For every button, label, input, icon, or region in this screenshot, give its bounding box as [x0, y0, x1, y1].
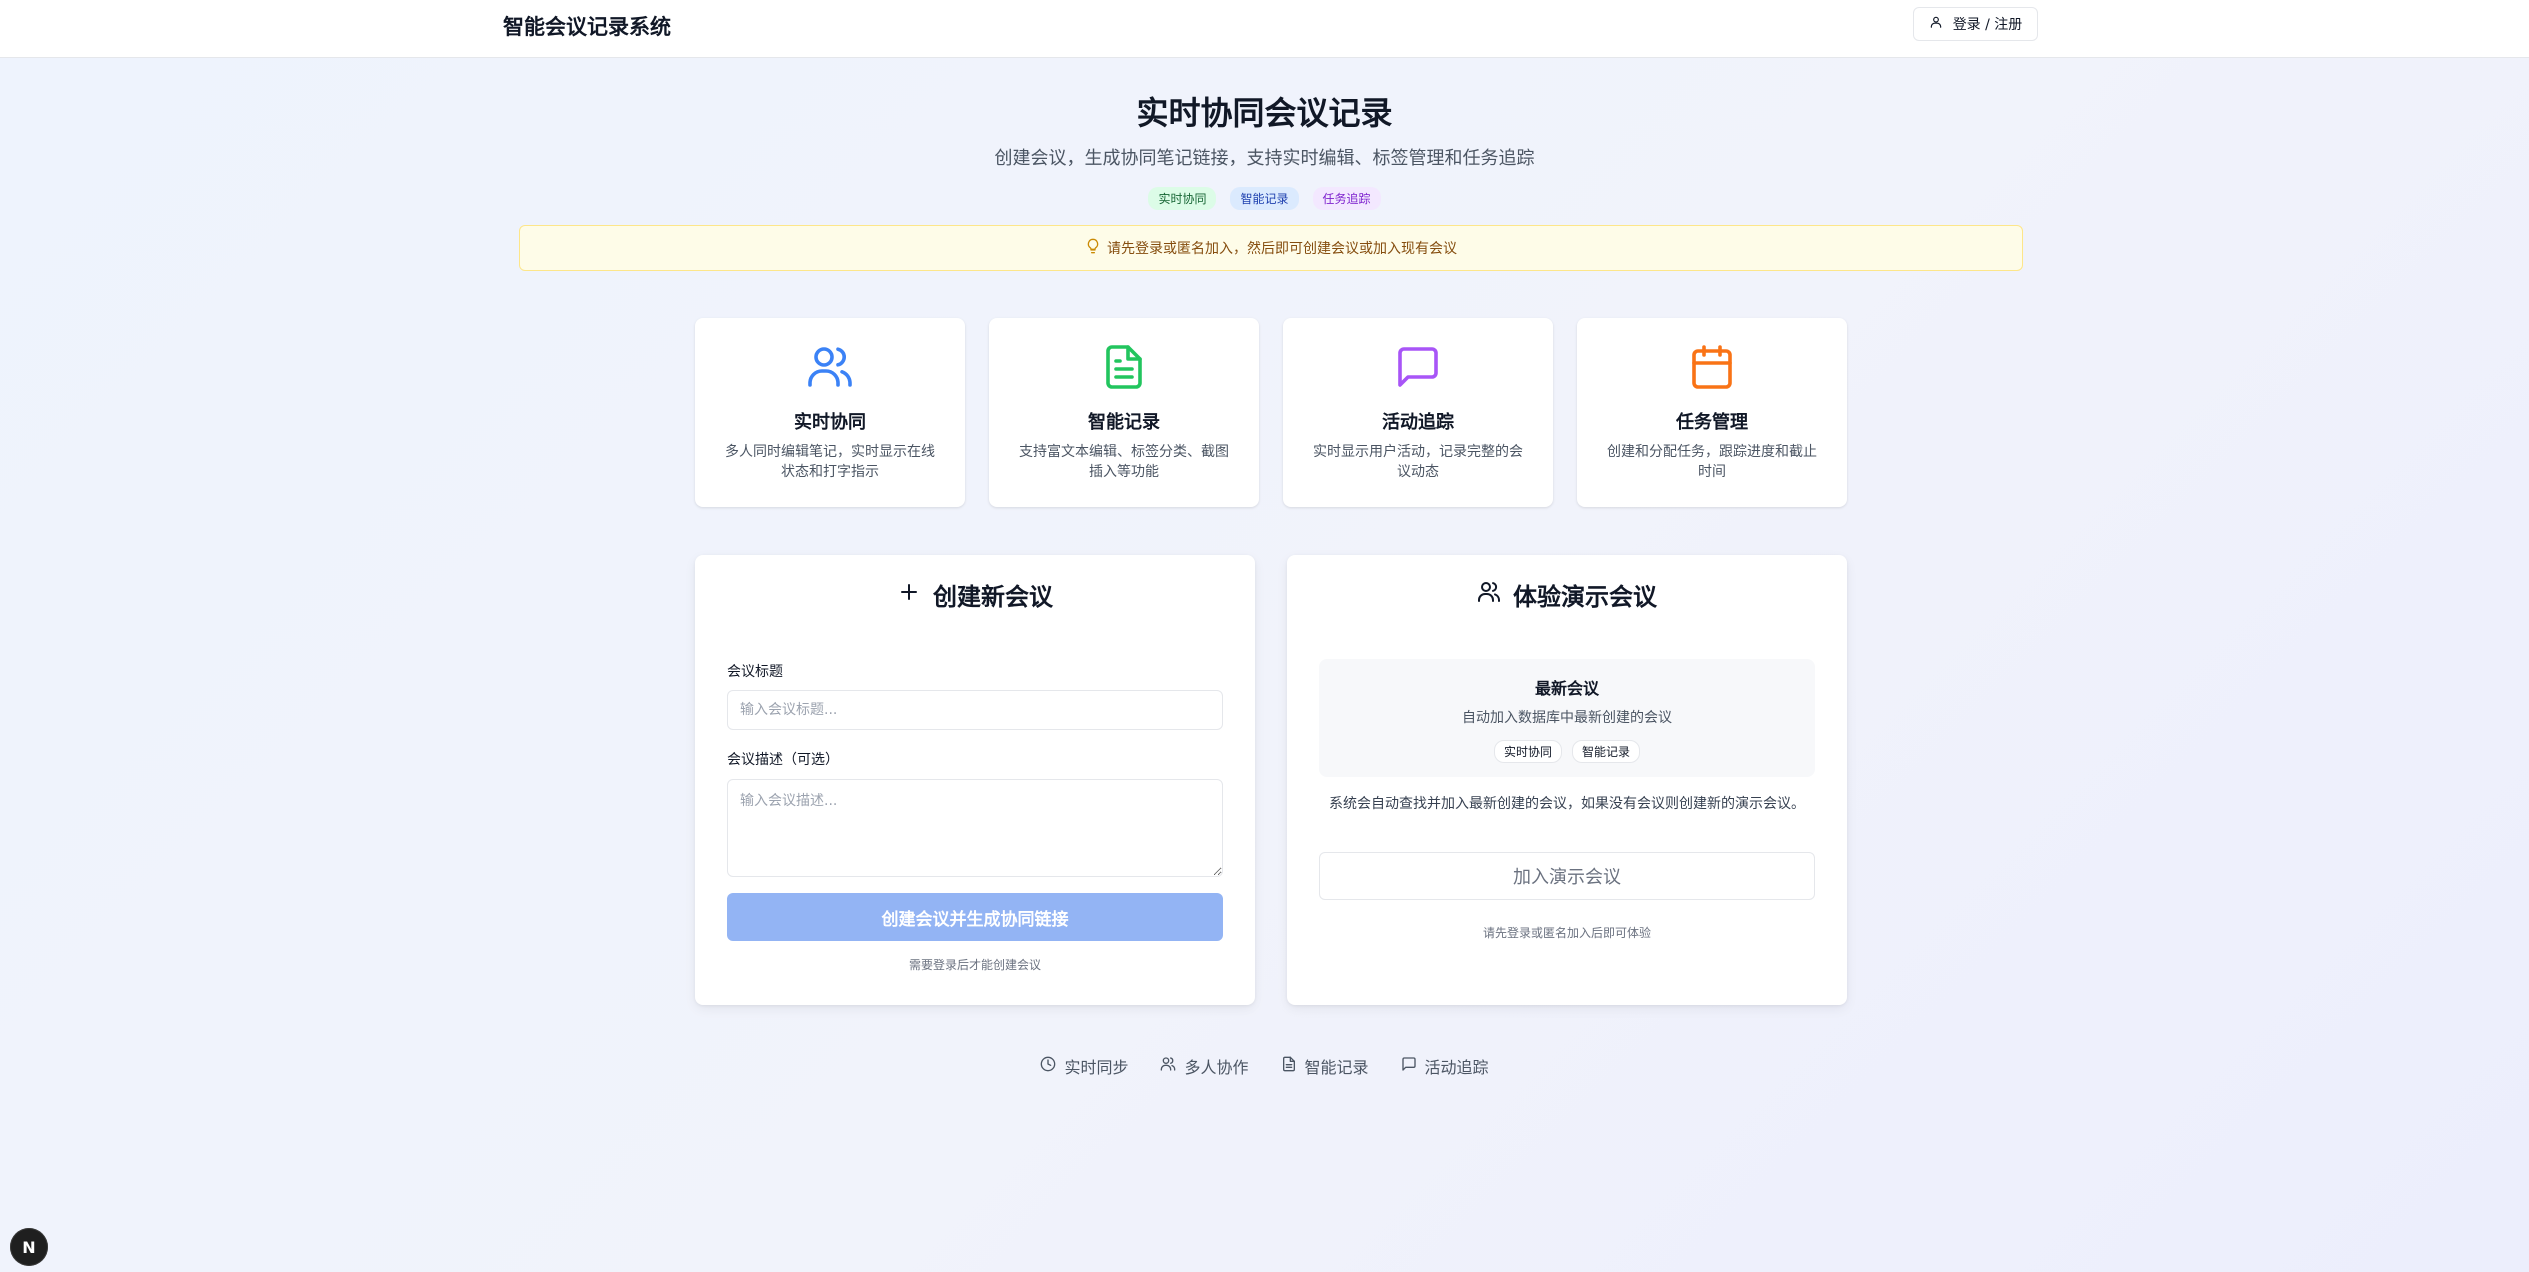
footer-item-collab: 多人协作: [1160, 1054, 1248, 1078]
demo-meeting-panel: 体验演示会议 最新会议 自动加入数据库中最新创建的会议 实时协同 智能记录 系统…: [1287, 555, 1847, 1005]
page-subtitle: 创建会议，生成协同笔记链接，支持实时编辑、标签管理和任务追踪: [0, 144, 2529, 170]
login-register-label: 登录 / 注册: [1953, 14, 2023, 34]
feature-description: 支持富文本编辑、标签分类、截图插入等功能: [1015, 442, 1233, 482]
meeting-description-input[interactable]: [727, 779, 1223, 877]
latest-meeting-tags: 实时协同 智能记录: [1319, 740, 1815, 763]
footer-item-record: 智能记录: [1281, 1054, 1369, 1078]
latest-meeting-title: 最新会议: [1319, 675, 1815, 699]
user-icon: [1929, 15, 1943, 33]
feature-title: 任务管理: [1577, 408, 1847, 434]
footer-item-label: 实时同步: [1064, 1054, 1128, 1078]
join-demo-button[interactable]: 加入演示会议: [1319, 852, 1815, 900]
footer-item-label: 智能记录: [1305, 1054, 1369, 1078]
users-icon: [695, 343, 965, 391]
users-icon: [1160, 1056, 1176, 1076]
hero-badges: 实时协同 智能记录 任务追踪: [0, 187, 2529, 210]
create-meeting-panel: 创建新会议 会议标题 会议描述（可选） 创建会议并生成协同链接 需要登录后才能创…: [695, 555, 1255, 1005]
footer-item-activity: 活动追踪: [1401, 1054, 1489, 1078]
footer-item-sync: 实时同步: [1040, 1054, 1128, 1078]
page-title: 实时协同会议记录: [0, 88, 2529, 134]
top-navigation-bar: 智能会议记录系统 登录 / 注册: [0, 0, 2529, 58]
app-title: 智能会议记录系统: [503, 11, 671, 41]
notice-text: 请先登录或匿名加入，然后即可创建会议或加入现有会议: [1107, 238, 1457, 258]
calendar-icon: [1577, 343, 1847, 391]
badge-smart-record: 智能记录: [1230, 187, 1298, 210]
feature-title: 实时协同: [695, 408, 965, 434]
feature-description: 创建和分配任务，跟踪进度和截止时间: [1603, 442, 1821, 482]
badge-realtime: 实时协同: [1148, 187, 1216, 210]
demo-meeting-heading: 体验演示会议: [1287, 577, 1847, 612]
create-meeting-title: 创建新会议: [933, 577, 1053, 612]
feature-title: 活动追踪: [1283, 408, 1553, 434]
feature-card-activity: 活动追踪 实时显示用户活动，记录完整的会议动态: [1283, 318, 1553, 507]
create-meeting-button[interactable]: 创建会议并生成协同链接: [727, 893, 1223, 941]
meeting-description-label: 会议描述（可选）: [727, 749, 839, 769]
demo-login-hint: 请先登录或匿名加入后即可体验: [1287, 924, 1847, 941]
footer-item-label: 活动追踪: [1425, 1054, 1489, 1078]
footer-feature-list: 实时同步 多人协作 智能记录 活动追踪: [0, 1054, 2529, 1078]
create-meeting-heading: 创建新会议: [695, 577, 1255, 612]
users-icon: [1477, 580, 1501, 610]
lightbulb-icon: [1085, 238, 1101, 258]
footer-item-label: 多人协作: [1184, 1054, 1248, 1078]
latest-meeting-description: 自动加入数据库中最新创建的会议: [1319, 707, 1815, 727]
feature-title: 智能记录: [989, 408, 1259, 434]
document-icon: [989, 343, 1259, 391]
latest-meeting-card: 最新会议 自动加入数据库中最新创建的会议 实时协同 智能记录: [1319, 659, 1815, 777]
feature-description: 实时显示用户活动，记录完整的会议动态: [1309, 442, 1527, 482]
demo-meeting-title: 体验演示会议: [1513, 577, 1657, 612]
message-icon: [1283, 343, 1553, 391]
meeting-title-label: 会议标题: [727, 661, 783, 681]
document-icon: [1281, 1056, 1297, 1076]
feature-card-smart-record: 智能记录 支持富文本编辑、标签分类、截图插入等功能: [989, 318, 1259, 507]
feature-description: 多人同时编辑笔记，实时显示在线状态和打字指示: [721, 442, 939, 482]
dev-tools-badge[interactable]: N: [10, 1228, 48, 1266]
tag-realtime: 实时协同: [1494, 740, 1562, 763]
badge-task-tracking: 任务追踪: [1313, 187, 1381, 210]
create-login-hint: 需要登录后才能创建会议: [695, 956, 1255, 973]
meeting-title-input[interactable]: [727, 690, 1223, 730]
feature-card-tasks: 任务管理 创建和分配任务，跟踪进度和截止时间: [1577, 318, 1847, 507]
feature-card-realtime: 实时协同 多人同时编辑笔记，实时显示在线状态和打字指示: [695, 318, 965, 507]
login-register-button[interactable]: 登录 / 注册: [1913, 7, 2038, 41]
demo-explanation: 系统会自动查找并加入最新创建的会议，如果没有会议则创建新的演示会议。: [1287, 793, 1847, 813]
plus-icon: [897, 580, 921, 610]
clock-icon: [1040, 1056, 1056, 1076]
message-icon: [1401, 1056, 1417, 1076]
login-notice-banner: 请先登录或匿名加入，然后即可创建会议或加入现有会议: [519, 225, 2023, 271]
tag-smart-record: 智能记录: [1572, 740, 1640, 763]
